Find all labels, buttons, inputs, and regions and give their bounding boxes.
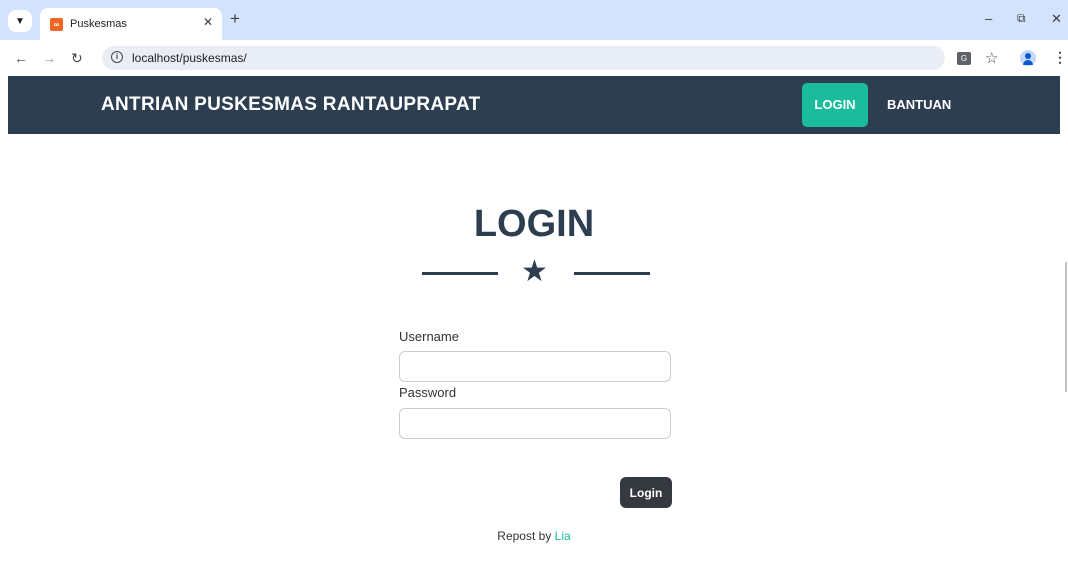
restore-icon[interactable]: ⧉: [1017, 11, 1026, 26]
divider-line-right: [574, 272, 650, 275]
nav-login-link[interactable]: LOGIN: [802, 83, 868, 127]
site-info-icon[interactable]: i: [111, 51, 123, 63]
close-tab-icon[interactable]: ✕: [203, 15, 213, 29]
favicon-icon: ∞: [50, 18, 63, 31]
title-divider: ★: [422, 255, 650, 290]
menu-dots-icon[interactable]: ⋮: [1053, 49, 1067, 66]
page-title: LOGIN: [473, 203, 595, 245]
divider-line-left: [422, 272, 498, 275]
username-label: Username: [399, 329, 459, 344]
minimize-icon[interactable]: –: [985, 11, 992, 26]
star-icon: ★: [521, 255, 548, 288]
url-text: localhost/puskesmas/: [132, 51, 247, 65]
username-input[interactable]: [399, 351, 671, 382]
address-bar[interactable]: i localhost/puskesmas/: [102, 46, 945, 70]
scrollbar-thumb[interactable]: [1065, 262, 1067, 392]
footer-prefix: Repost by: [497, 529, 552, 543]
footer-credit: Repost by Lia: [0, 529, 1068, 543]
password-label: Password: [399, 385, 457, 400]
profile-avatar[interactable]: [1020, 50, 1036, 66]
translate-icon[interactable]: G: [957, 52, 971, 65]
nav-help-link[interactable]: BANTUAN: [887, 97, 951, 112]
tab-search-icon[interactable]: ▼: [8, 10, 32, 32]
browser-tab[interactable]: ∞ Puskesmas ✕: [40, 8, 222, 40]
tab-strip: ▼ ∞ Puskesmas ✕ + – ⧉ ✕: [0, 0, 1068, 40]
password-input[interactable]: [399, 408, 671, 439]
window-close-icon[interactable]: ✕: [1051, 11, 1062, 27]
browser-toolbar: ← → ↻ i localhost/puskesmas/ G ☆ ⋮: [0, 40, 1068, 76]
site-navbar: ANTRIAN PUSKESMAS RANTAUPRAPAT LOGIN BAN…: [8, 76, 1060, 134]
bookmark-star-icon[interactable]: ☆: [985, 49, 998, 67]
back-icon[interactable]: ←: [14, 50, 28, 66]
forward-icon[interactable]: →: [42, 50, 56, 66]
login-button[interactable]: Login: [620, 477, 672, 508]
reload-icon[interactable]: ↻: [71, 50, 83, 67]
site-brand[interactable]: ANTRIAN PUSKESMAS RANTAUPRAPAT: [101, 94, 481, 116]
new-tab-icon[interactable]: +: [230, 10, 240, 27]
footer-author-link[interactable]: Lia: [555, 529, 571, 543]
tab-title: Puskesmas: [70, 18, 127, 30]
